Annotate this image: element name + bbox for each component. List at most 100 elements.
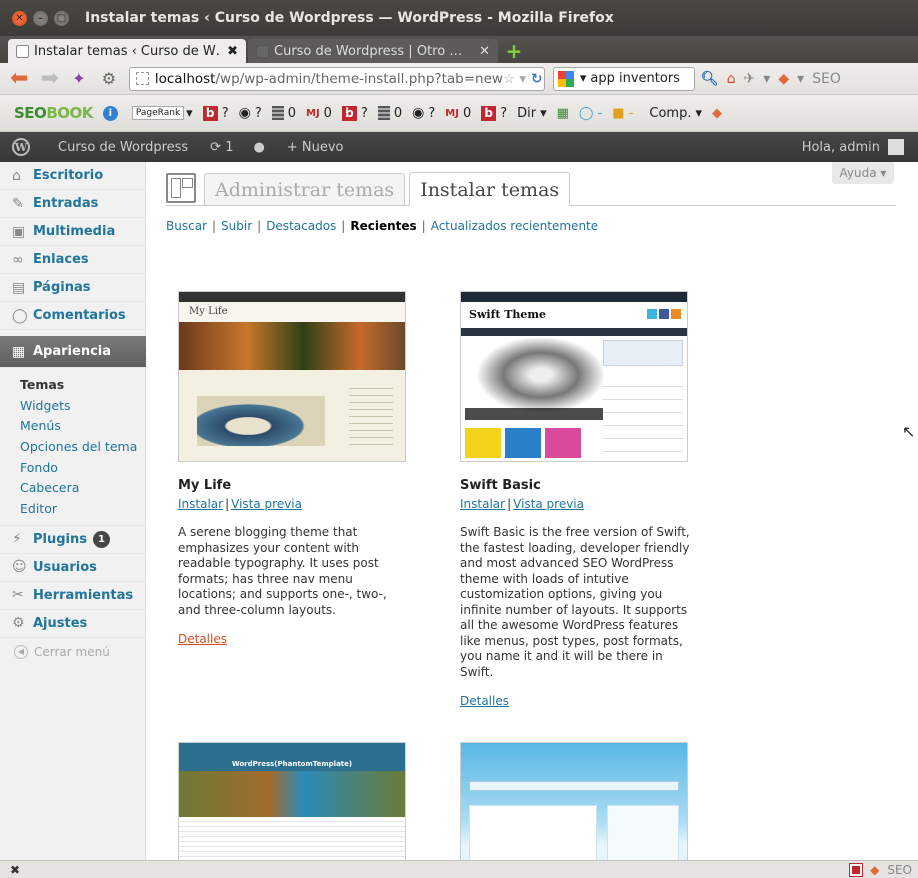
theme-screenshot[interactable]: My Life (178, 291, 406, 462)
dir-button[interactable]: Dir ▾ (517, 106, 547, 121)
collapse-menu-button[interactable]: ◀ Cerrar menú (0, 638, 145, 666)
search-magnifier-icon[interactable]: 🔍︎ (701, 71, 719, 87)
tab-instalar-temas[interactable]: Instalar temas (409, 172, 571, 206)
flag-icon[interactable]: ■ - (612, 106, 633, 121)
pagerank-button[interactable]: PageRank (131, 106, 185, 120)
tab-close-icon[interactable]: ✖ (227, 44, 238, 59)
home-icon[interactable]: ⌂ (727, 71, 736, 87)
circle-status-icon[interactable]: ◯ - (579, 106, 602, 121)
screenshot-hero-image (465, 338, 603, 420)
majestic-icon: MJ (306, 107, 320, 119)
details-link[interactable]: Detalles (178, 632, 410, 646)
seo-stat[interactable]: b? (481, 105, 507, 121)
preview-link[interactable]: Vista previa (231, 497, 302, 511)
seo-stat[interactable]: 0 (271, 106, 296, 121)
seo-stat[interactable]: ◉? (239, 105, 262, 121)
url-bar[interactable]: localhost /wp/wp-admin/theme-install.php… (128, 66, 545, 91)
details-link[interactable]: Detalles (460, 694, 692, 708)
addon-ufo-icon[interactable]: ◆ (712, 106, 722, 121)
menu-herramientas[interactable]: ✂ Herramientas (0, 582, 145, 610)
seo-stat[interactable]: ◉? (412, 105, 435, 121)
seo-stat[interactable]: MJ 0 (306, 106, 332, 121)
menu-comentarios[interactable]: ◯ Comentarios (0, 302, 145, 330)
search-engine-icon[interactable] (557, 70, 574, 87)
browser-tab-strip: Instalar temas ‹ Curso de W… ✖ Curso de … (0, 36, 918, 63)
menu-escritorio[interactable]: ⌂ Escritorio (0, 162, 145, 190)
admin-bar-site-name[interactable]: Curso de Wordpress (58, 140, 188, 155)
seo-stat[interactable]: b? (341, 105, 368, 121)
wordpress-logo-icon[interactable]: W (12, 138, 30, 156)
search-engine-dropdown-icon[interactable]: ▾ (580, 71, 587, 86)
window-maximize-button[interactable]: □ (54, 10, 69, 26)
filter-recientes[interactable]: Recientes (350, 219, 416, 233)
submenu-cabecera[interactable]: Cabecera (0, 477, 145, 498)
submenu-temas[interactable]: Temas (0, 374, 145, 395)
addon-gear-icon[interactable]: ⚙ (99, 69, 119, 89)
admin-bar-new[interactable]: + Nuevo (287, 140, 344, 155)
comment-bubble-icon[interactable]: ● (254, 140, 265, 155)
comp-button[interactable]: Comp. ▾ (649, 106, 702, 121)
tab-administrar-temas[interactable]: Administrar temas (204, 173, 406, 205)
addon-status-icon[interactable] (849, 862, 864, 877)
seo-stat[interactable]: MJ 0 (445, 106, 471, 121)
tab-close-icon[interactable]: ✕ (479, 44, 490, 59)
back-arrow-icon[interactable]: ⬅ (10, 67, 28, 90)
install-link[interactable]: Instalar (460, 497, 505, 511)
submenu-fondo[interactable]: Fondo (0, 457, 145, 478)
addon-dropdown-icon[interactable]: ▾ (797, 71, 804, 87)
close-addon-bar-icon[interactable]: ✖ (10, 863, 20, 877)
menu-apariencia[interactable]: ▦ Apariencia (0, 336, 154, 368)
site-identity-icon[interactable] (135, 72, 149, 85)
search-bar[interactable]: ▾ app inventors (552, 66, 695, 91)
submenu-editor[interactable]: Editor (0, 498, 145, 519)
filter-subir[interactable]: Subir (221, 219, 252, 233)
menu-entradas[interactable]: ✎ Entradas (0, 190, 145, 218)
browser-tab-active[interactable]: Instalar temas ‹ Curso de W… ✖ (8, 39, 246, 63)
menu-ajustes[interactable]: ⚙ Ajustes (0, 610, 145, 638)
preview-link[interactable]: Vista previa (513, 497, 584, 511)
new-tab-button[interactable]: + (504, 41, 524, 61)
seo-stat[interactable]: b? (202, 105, 229, 121)
search-input[interactable]: app inventors (590, 71, 680, 86)
submenu-menus[interactable]: Menús (0, 415, 145, 436)
comments-icon: ◯ (12, 307, 28, 324)
seobook-logo[interactable]: SEOBOOK (14, 104, 93, 122)
theme-screenshot[interactable]: Swift Theme (460, 291, 688, 462)
addon-ufo-icon[interactable]: ◆ (778, 71, 789, 87)
avatar[interactable] (888, 139, 904, 155)
filter-destacados[interactable]: Destacados (266, 219, 336, 233)
browser-tab-inactive[interactable]: Curso de Wordpress | Otro … ✕ (248, 39, 498, 63)
calendar-icon[interactable]: ▦ (557, 106, 569, 121)
bookmark-star-icon[interactable]: ☆ ▾ (503, 71, 526, 87)
screenshot-social-icons (647, 309, 681, 319)
window-minimize-button[interactable]: – (33, 10, 48, 26)
addon-rocket-icon[interactable]: ✦ (69, 69, 89, 89)
install-link[interactable]: Instalar (178, 497, 223, 511)
seo-stat[interactable]: 0 (377, 106, 402, 121)
info-icon[interactable]: i (102, 105, 118, 121)
menu-plugins[interactable]: ⚡ Plugins 1 (0, 526, 145, 554)
forward-arrow-icon[interactable]: ➡ (40, 67, 58, 90)
theme-screenshot[interactable]: WordPress(PhantomTemplate) (178, 742, 406, 860)
addon-dropdown-icon[interactable]: ▾ (763, 71, 770, 87)
addon-ufo-icon[interactable]: ◆ (870, 863, 879, 877)
statusbar-seo-label[interactable]: SEO (887, 863, 912, 877)
menu-paginas[interactable]: ▤ Páginas (0, 274, 145, 302)
menu-multimedia[interactable]: ▣ Multimedia (0, 218, 145, 246)
submenu-widgets[interactable]: Widgets (0, 395, 145, 416)
reload-icon[interactable]: ↻ (531, 71, 542, 87)
window-close-button[interactable]: ✕ (12, 10, 27, 26)
seo-label[interactable]: SEO (812, 71, 841, 87)
filter-buscar[interactable]: Buscar (166, 219, 207, 233)
addon-pin-icon[interactable]: ✈ (744, 71, 756, 87)
submenu-opciones-del-tema[interactable]: Opciones del tema (0, 436, 145, 457)
admin-bar-updates[interactable]: ⟳ 1 (210, 140, 233, 155)
appearance-page-icon (166, 173, 196, 203)
theme-card-phantom: WordPress(PhantomTemplate) (178, 742, 410, 860)
menu-enlaces[interactable]: ∞ Enlaces (0, 246, 145, 274)
menu-usuarios[interactable]: ☺ Usuarios (0, 554, 145, 582)
filter-actualizados[interactable]: Actualizados recientemente (431, 219, 598, 233)
admin-bar-greeting[interactable]: Hola, admin (802, 140, 880, 155)
pagerank-dropdown-icon[interactable]: ▾ (186, 106, 193, 121)
theme-screenshot[interactable] (460, 742, 688, 860)
